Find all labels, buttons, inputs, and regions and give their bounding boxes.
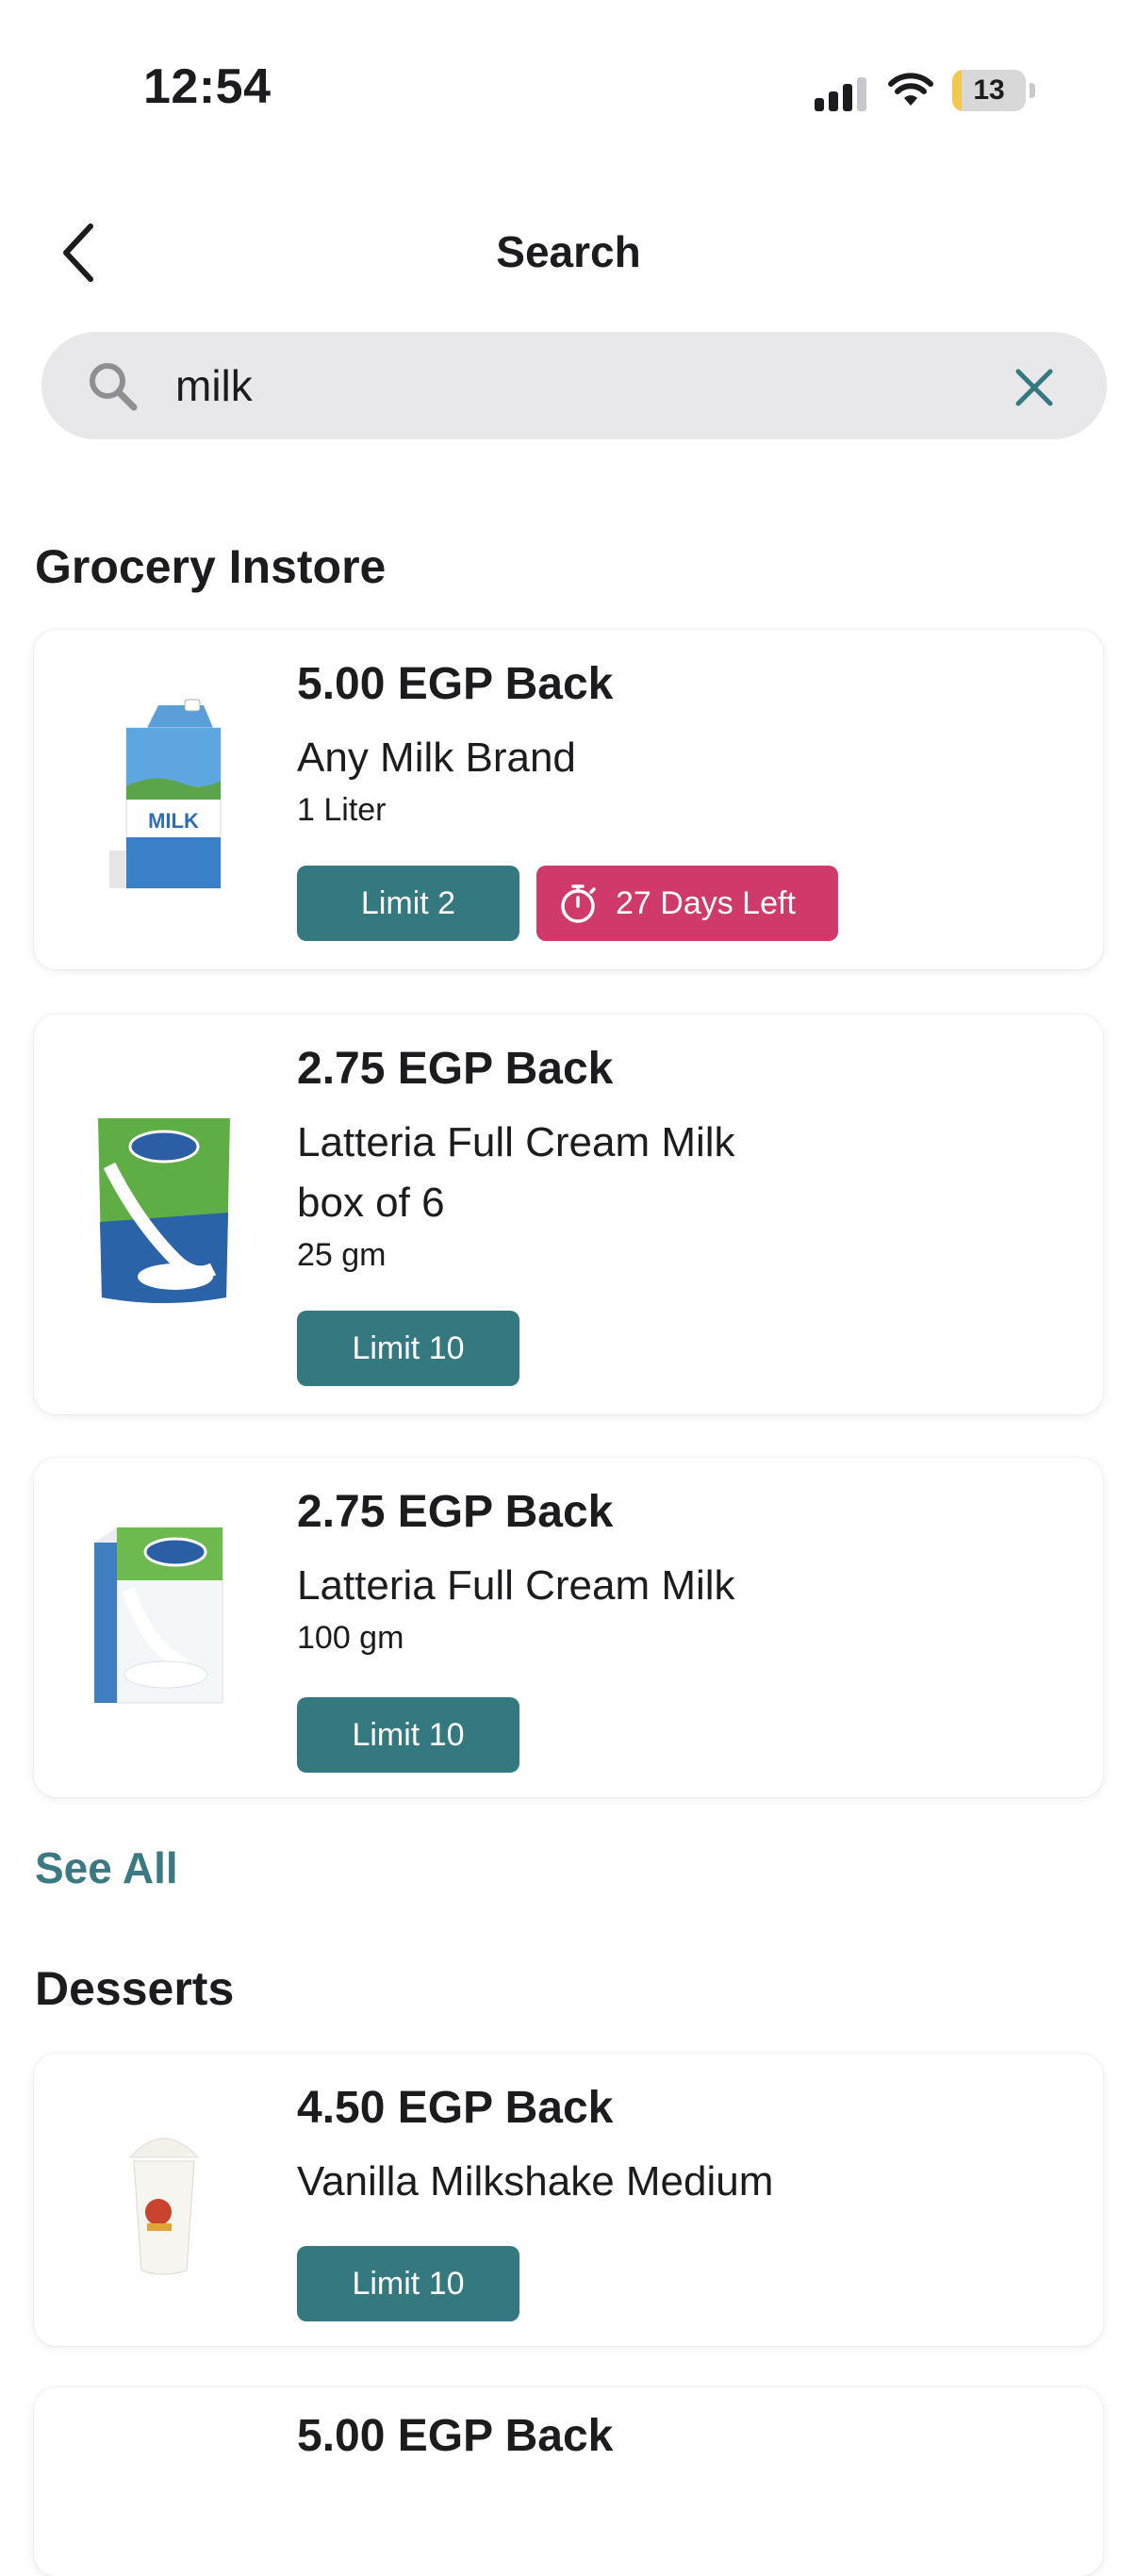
- offer-card-text: 2.75 EGP Back Latteria Full Cream Milk b…: [297, 1041, 1070, 1277]
- offer-card[interactable]: 4.50 EGP Back Vanilla Milkshake Medium L…: [34, 2054, 1103, 2346]
- offer-tags: Limit 10: [297, 2246, 519, 2321]
- offer-tags: Limit 10: [297, 1697, 519, 1773]
- status-bar: 12:54 13: [0, 0, 1137, 141]
- milk-powder-pouch-image: [98, 1118, 230, 1303]
- milkshake-cup-image: [128, 2138, 200, 2275]
- limit-badge: Limit 2: [297, 866, 519, 941]
- page-title: Search: [496, 227, 641, 276]
- cashback-amount: 5.00 EGP Back: [297, 659, 614, 709]
- status-time: 12:54: [143, 59, 272, 114]
- limit-badge: Limit 10: [297, 2246, 519, 2321]
- cellular-signal-icon: [815, 77, 866, 111]
- days-left-text: 27 Days Left: [616, 885, 796, 921]
- cashback-amount: 4.50 EGP Back: [297, 2083, 614, 2133]
- svg-text:MILK: MILK: [148, 809, 199, 833]
- offer-tags: Limit 2 27 Days Left: [297, 866, 838, 941]
- search-input[interactable]: [175, 353, 1024, 419]
- offer-card[interactable]: 2.75 EGP Back Latteria Full Cream Milk 1…: [34, 1458, 1103, 1797]
- battery-level: 13: [973, 74, 1005, 106]
- offer-card-text: 4.50 EGP Back Vanilla Milkshake Medium: [297, 2080, 1070, 2212]
- section-title-grocery-instore: Grocery Instore: [35, 540, 387, 593]
- product-name: Any Milk Brand: [297, 735, 576, 781]
- offer-card[interactable]: 5.00 EGP Back: [34, 2387, 1103, 2576]
- wifi-icon: [888, 73, 933, 106]
- search-icon: [90, 363, 138, 411]
- offer-card[interactable]: 2.75 EGP Back Latteria Full Cream Milk b…: [34, 1015, 1103, 1414]
- see-all-link[interactable]: See All: [35, 1842, 178, 1893]
- product-size: 1 Liter: [297, 792, 387, 828]
- product-size: 100 gm: [297, 1620, 404, 1656]
- cashback-amount: 5.00 EGP Back: [297, 2411, 614, 2461]
- battery-icon: 13: [952, 70, 1037, 111]
- product-name: Latteria Full Cream Milk: [297, 1562, 735, 1609]
- product-name: Latteria Full Cream Milk box of 6: [297, 1119, 735, 1226]
- limit-badge: Limit 10: [297, 1697, 519, 1773]
- milk-carton-image: MILK: [109, 699, 222, 889]
- stopwatch-icon: [561, 884, 596, 923]
- search-bar[interactable]: [41, 332, 1107, 439]
- cashback-amount: 2.75 EGP Back: [297, 1487, 614, 1537]
- section-title-desserts: Desserts: [35, 1962, 235, 2015]
- milk-powder-box-image: [94, 1527, 223, 1704]
- days-left-badge: 27 Days Left: [536, 866, 838, 941]
- limit-badge: Limit 10: [297, 1311, 519, 1386]
- offer-card[interactable]: MILK 5.00 EGP Back Any Milk Brand 1 Lite…: [34, 630, 1103, 969]
- offer-card-text: 5.00 EGP Back Any Milk Brand 1 Liter: [297, 656, 1070, 832]
- product-size: 25 gm: [297, 1237, 387, 1273]
- offer-tags: Limit 10: [297, 1311, 519, 1386]
- cashback-amount: 2.75 EGP Back: [297, 1044, 614, 1094]
- offer-card-text: 5.00 EGP Back: [297, 2408, 1070, 2465]
- offer-card-text: 2.75 EGP Back Latteria Full Cream Milk 1…: [297, 1484, 1070, 1660]
- close-icon[interactable]: [1013, 366, 1056, 409]
- product-name: Vanilla Milkshake Medium: [297, 2158, 774, 2204]
